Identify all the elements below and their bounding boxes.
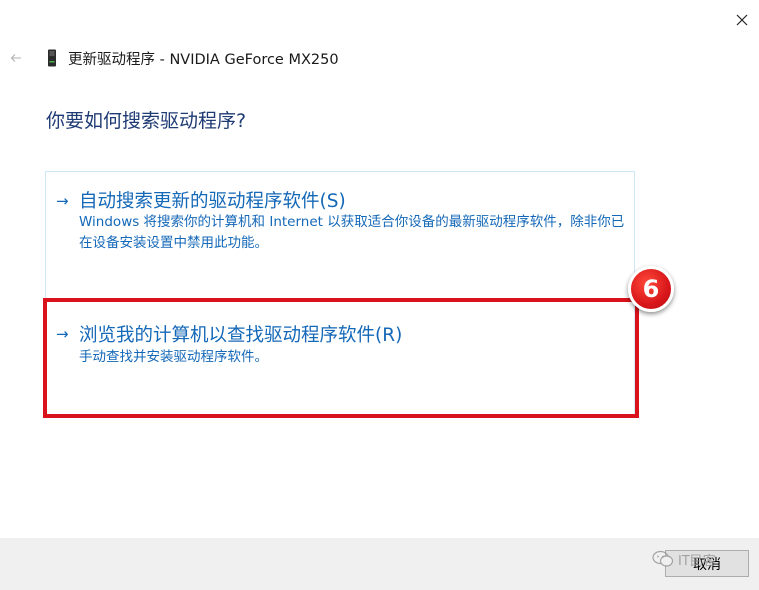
close-icon (736, 14, 748, 26)
arrow-right-icon: → (56, 325, 69, 343)
step-number-badge: 6 (628, 266, 674, 312)
auto-search-option[interactable]: → 自动搜索更新的驱动程序软件(S) Windows 将搜索你的计算机和 Int… (45, 171, 635, 305)
close-button[interactable] (728, 8, 756, 32)
browse-computer-option[interactable]: → 浏览我的计算机以查找驱动程序软件(R) 手动查找并安装驱动程序软件。 (45, 300, 635, 418)
auto-search-title: 自动搜索更新的驱动程序软件(S) (79, 191, 346, 212)
browse-computer-description: 手动查找并安装驱动程序软件。 (79, 349, 268, 365)
window-title-bar: 更新驱动程序 - NVIDIA GeForce MX250 (46, 48, 339, 68)
auto-search-description: Windows 将搜索你的计算机和 Internet 以获取适合你设备的最新驱动… (79, 214, 625, 251)
back-arrow-icon (10, 54, 21, 62)
arrow-right-icon: → (56, 192, 69, 210)
page-heading: 你要如何搜索驱动程序? (46, 110, 247, 132)
footer-bar (0, 538, 759, 590)
browse-computer-title: 浏览我的计算机以查找驱动程序软件(R) (79, 325, 403, 346)
window-title: 更新驱动程序 - NVIDIA GeForce MX250 (68, 51, 339, 68)
graphics-card-icon (48, 49, 56, 67)
back-button[interactable] (6, 48, 26, 68)
cancel-button[interactable]: 取消 (665, 550, 749, 577)
